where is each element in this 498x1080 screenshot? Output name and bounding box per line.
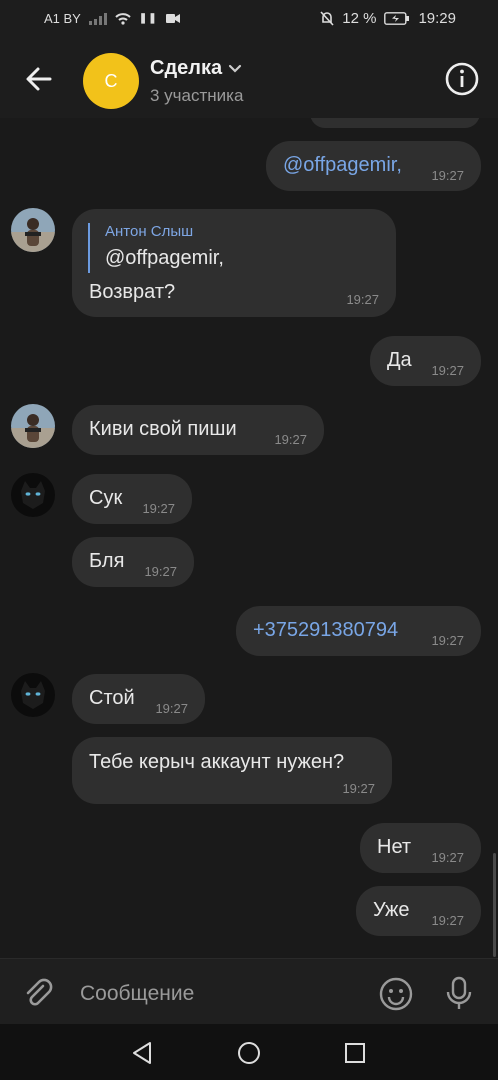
scrollbar-thumb[interactable] <box>493 853 496 957</box>
message-text[interactable]: +375291380794 <box>253 619 398 642</box>
clock: 19:29 <box>418 10 456 27</box>
message-time: 19:27 <box>431 913 464 928</box>
chat-title[interactable]: Сделка <box>150 57 242 80</box>
message-bubble-in[interactable]: Тебе керыч аккаунт нужен? 19:27 <box>72 737 392 804</box>
message-bubble-out[interactable]: Да 19:27 <box>370 336 481 386</box>
message-text[interactable]: Уже <box>373 899 410 922</box>
quote-bar <box>88 223 90 273</box>
user-avatar[interactable] <box>11 208 55 252</box>
user-avatar[interactable] <box>11 404 55 448</box>
message-time: 19:27 <box>431 168 464 183</box>
message-bubble-in[interactable]: Сук 19:27 <box>72 474 192 524</box>
message-bubble-in[interactable]: Бля 19:27 <box>72 537 194 587</box>
message-time: 19:27 <box>431 363 464 378</box>
message-text[interactable]: Да <box>387 349 412 372</box>
message-bubble-out[interactable]: Уже 19:27 <box>356 886 481 936</box>
message-text[interactable]: Стой <box>89 687 135 710</box>
message-bubble-out[interactable]: +375291380794 19:27 <box>236 606 481 656</box>
message-text[interactable]: Нет <box>377 836 411 859</box>
chat-participants: 3 участника <box>150 86 244 105</box>
message-bubble-out[interactable]: @offpagemir, 19:27 <box>266 141 481 191</box>
quote-text[interactable]: @offpagemir, <box>105 247 224 270</box>
message-time: 19:27 <box>274 432 307 447</box>
circle-home-icon[interactable] <box>237 1041 261 1065</box>
status-bar: A1 BY ❚❚ 12 % 19:29 <box>0 0 498 40</box>
user-avatar[interactable] <box>11 673 55 717</box>
pause-icon: ❚❚ <box>138 13 158 24</box>
chat-title-text: Сделка <box>150 57 223 79</box>
signal-icon <box>88 12 107 25</box>
microphone-icon[interactable] <box>444 975 474 1011</box>
chat-header: С Сделка 3 участника <box>0 40 498 118</box>
message-bubble-partial[interactable] <box>310 118 480 128</box>
chat-avatar[interactable]: С <box>83 53 139 109</box>
wifi-icon <box>115 13 131 25</box>
quote-author[interactable]: Антон Слыш <box>105 223 193 240</box>
battery-percent: 12 % <box>342 10 377 27</box>
message-text[interactable]: Тебе керыч аккаунт нужен? <box>89 751 344 774</box>
paperclip-icon[interactable] <box>22 977 56 1011</box>
info-icon[interactable] <box>444 61 480 97</box>
message-time: 19:27 <box>142 501 175 516</box>
video-camera-icon <box>165 14 180 23</box>
message-text[interactable]: Бля <box>89 550 124 573</box>
message-list[interactable]: @offpagemir, 19:27 Антон Слыш @offpagemi… <box>0 118 498 958</box>
carrier-label: A1 BY <box>44 11 81 26</box>
message-time: 19:27 <box>342 781 375 796</box>
message-time: 19:27 <box>431 633 464 648</box>
message-time: 19:27 <box>431 850 464 865</box>
back-arrow-icon[interactable] <box>22 62 56 96</box>
message-bubble-in-reply[interactable]: Антон Слыш @offpagemir, Возврат? 19:27 <box>72 209 396 317</box>
message-text[interactable]: Киви свой пиши <box>89 418 237 441</box>
chevron-down-icon <box>229 64 242 73</box>
emoji-icon[interactable] <box>378 976 414 1012</box>
user-avatar[interactable] <box>11 473 55 517</box>
message-text[interactable]: @offpagemir, <box>283 154 402 177</box>
mute-bell-icon <box>320 11 334 26</box>
message-text[interactable]: Сук <box>89 487 122 510</box>
square-recent-icon[interactable] <box>344 1042 366 1064</box>
battery-icon <box>384 12 410 25</box>
message-composer: Сообщение <box>0 958 498 1024</box>
message-time: 19:27 <box>346 292 379 307</box>
triangle-back-icon[interactable] <box>131 1041 153 1065</box>
message-input[interactable]: Сообщение <box>80 982 194 1006</box>
message-time: 19:27 <box>144 564 177 579</box>
message-time: 19:27 <box>155 701 188 716</box>
system-nav-bar <box>0 1024 498 1080</box>
message-text[interactable]: Возврат? <box>89 281 175 304</box>
message-bubble-out[interactable]: Нет 19:27 <box>360 823 481 873</box>
message-bubble-in[interactable]: Киви свой пиши 19:27 <box>72 405 324 455</box>
message-bubble-in[interactable]: Стой 19:27 <box>72 674 205 724</box>
